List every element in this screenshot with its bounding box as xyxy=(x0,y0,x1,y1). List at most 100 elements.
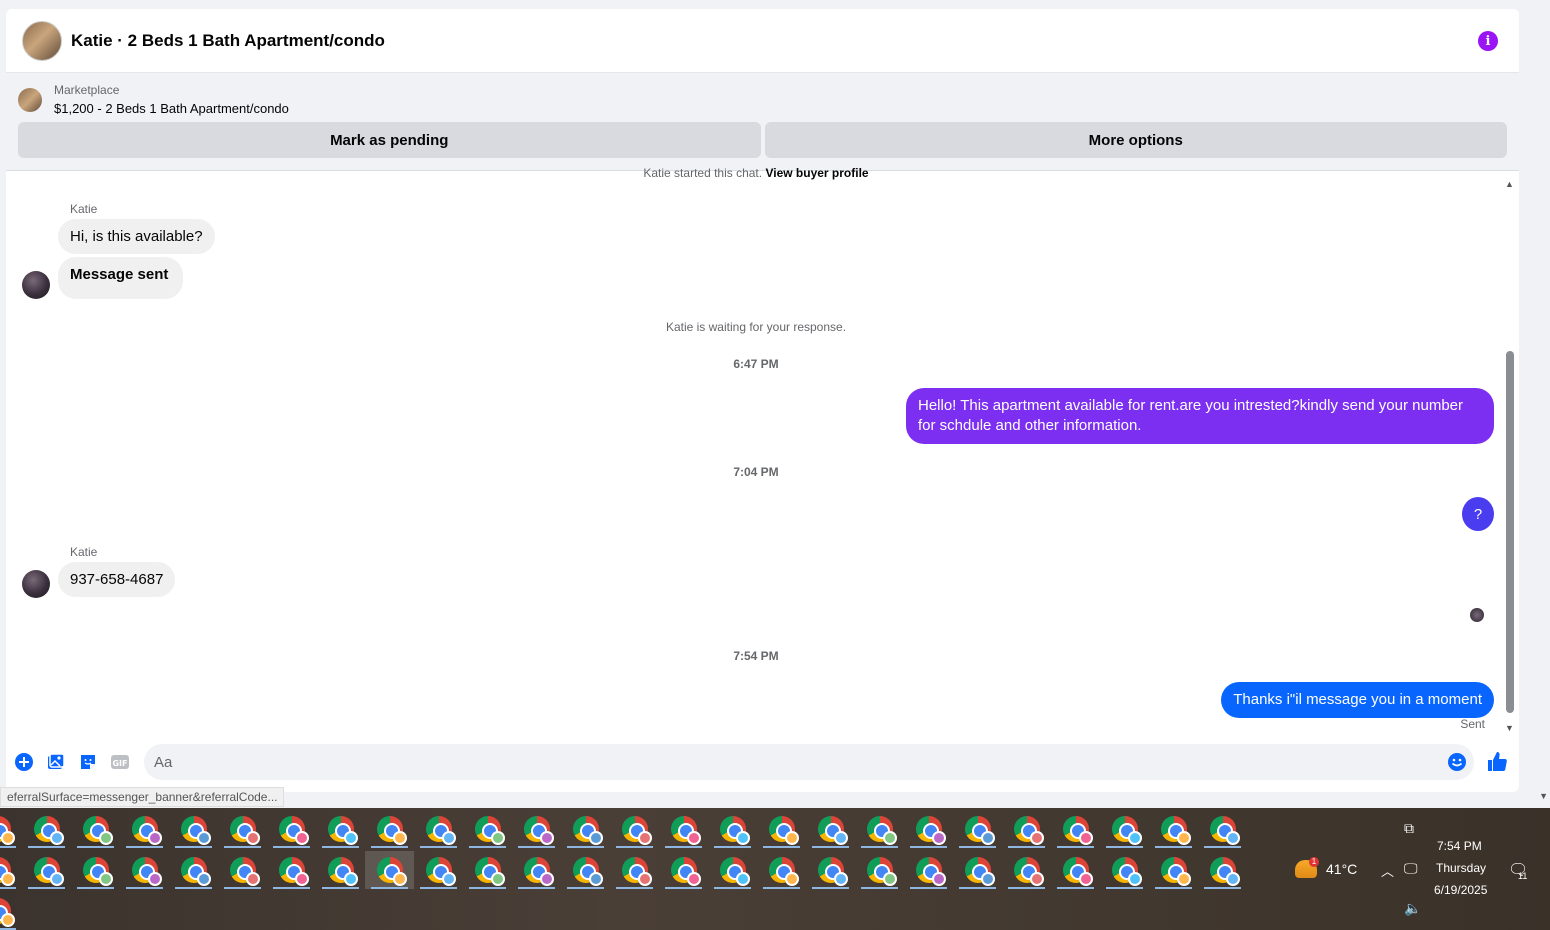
chrome-icon xyxy=(180,816,211,845)
taskbar-chrome-profile-icon[interactable] xyxy=(0,810,22,848)
taskbar-chrome-profile-icon[interactable] xyxy=(561,851,610,889)
taskbar-chrome-profile-icon[interactable] xyxy=(267,810,316,848)
taskbar-chrome-profile-icon[interactable] xyxy=(708,851,757,889)
message-input[interactable] xyxy=(144,744,1474,780)
thumbs-up-icon[interactable] xyxy=(1485,750,1509,774)
taskbar-chrome-profile-icon[interactable] xyxy=(22,851,71,889)
gif-icon[interactable]: GIF xyxy=(110,752,130,772)
info-icon[interactable]: i xyxy=(1478,31,1498,51)
photo-icon[interactable] xyxy=(46,752,66,772)
taskbar-chrome-profile-icon[interactable] xyxy=(953,810,1002,848)
taskbar-chrome-profile-icon[interactable] xyxy=(120,851,169,889)
taskbar-chrome-profile-icon[interactable] xyxy=(1198,851,1247,889)
outgoing-message[interactable]: Thanks i"il message you in a moment xyxy=(1221,682,1494,718)
message-scrollbar[interactable]: ▲ ▼ xyxy=(1505,179,1515,733)
katie-avatar[interactable] xyxy=(22,570,50,598)
listing-summary[interactable]: $1,200 - 2 Beds 1 Bath Apartment/condo xyxy=(54,101,289,116)
taskbar-chrome-profile-icon[interactable] xyxy=(855,851,904,889)
taskbar-chrome-profile-icon[interactable] xyxy=(1198,810,1247,848)
clock-date[interactable]: 6/19/2025 xyxy=(1434,883,1487,897)
taskbar-chrome-profile-icon[interactable] xyxy=(855,810,904,848)
page-scroll-down-icon[interactable]: ▼ xyxy=(1539,791,1548,801)
taskbar-chrome-profile-icon[interactable] xyxy=(1051,851,1100,889)
scroll-up-arrow-icon[interactable]: ▲ xyxy=(1505,179,1514,189)
taskbar-chrome-profile-icon[interactable] xyxy=(806,851,855,889)
message-sent-card[interactable]: Message sent xyxy=(58,257,184,299)
meet-now-icon[interactable]: ⧉ xyxy=(1404,820,1414,837)
clock-day[interactable]: Thursday xyxy=(1436,861,1486,875)
taskbar-chrome-profile-icon[interactable] xyxy=(1149,810,1198,848)
incoming-message[interactable]: 937-658-4687 xyxy=(58,562,176,597)
taskbar-chrome-profile-icon[interactable] xyxy=(708,810,757,848)
taskbar-chrome-profile-icon[interactable] xyxy=(316,851,365,889)
taskbar-chrome-profile-icon[interactable] xyxy=(953,851,1002,889)
taskbar-chrome-profile-icon[interactable] xyxy=(22,810,71,848)
taskbar-chrome-profile-icon[interactable] xyxy=(414,851,463,889)
incoming-message[interactable]: Hi, is this available? xyxy=(58,219,215,254)
taskbar-chrome-profile-icon[interactable] xyxy=(316,810,365,848)
taskbar-chrome-profile-icon[interactable] xyxy=(659,810,708,848)
profile-badge-icon xyxy=(833,872,848,886)
outgoing-message[interactable]: Hello! This apartment available for rent… xyxy=(906,388,1494,444)
taskbar-chrome-profile-icon[interactable] xyxy=(512,851,561,889)
profile-badge-icon xyxy=(196,831,211,845)
taskbar-chrome-profile-icon[interactable] xyxy=(120,810,169,848)
chevron-up-icon[interactable]: ︿ xyxy=(1381,861,1394,880)
taskbar-chrome-profile-icon[interactable] xyxy=(757,851,806,889)
taskbar-chrome-profile-icon[interactable] xyxy=(757,810,806,848)
taskbar-chrome-profile-icon[interactable] xyxy=(1051,810,1100,848)
chrome-icon xyxy=(817,857,848,886)
taskbar-chrome-profile-icon[interactable] xyxy=(1149,851,1198,889)
weather-temperature[interactable]: 41°C xyxy=(1326,861,1357,877)
taskbar-chrome-profile-icon[interactable] xyxy=(1002,810,1051,848)
taskbar-chrome-profile-icon[interactable] xyxy=(169,810,218,848)
taskbar-chrome-profile-icon[interactable] xyxy=(71,851,120,889)
mark-as-pending-button[interactable]: Mark as pending xyxy=(18,122,761,158)
taskbar-chrome-profile-icon[interactable] xyxy=(610,810,659,848)
listing-thumbnail[interactable] xyxy=(18,87,42,112)
emoji-icon[interactable] xyxy=(1447,752,1467,772)
volume-icon[interactable]: 🔈 xyxy=(1404,900,1421,917)
sticker-icon[interactable] xyxy=(78,752,98,772)
taskbar-chrome-profile-icon[interactable] xyxy=(0,892,22,930)
taskbar-chrome-profile-icon[interactable] xyxy=(218,851,267,889)
taskbar-chrome-profile-icon[interactable] xyxy=(806,810,855,848)
scroll-thumb[interactable] xyxy=(1506,351,1514,713)
more-options-button[interactable]: More options xyxy=(764,122,1507,158)
outgoing-message[interactable]: ? xyxy=(1462,497,1494,531)
katie-avatar[interactable] xyxy=(22,271,50,299)
taskbar-chrome-profile-icon[interactable] xyxy=(169,851,218,889)
taskbar-chrome-profile-icon[interactable] xyxy=(904,851,953,889)
chat-title[interactable]: Katie · 2 Beds 1 Bath Apartment/condo xyxy=(71,31,385,51)
profile-badge-icon xyxy=(588,831,603,845)
scroll-down-arrow-icon[interactable]: ▼ xyxy=(1505,723,1514,733)
message-composer: GIF xyxy=(6,744,1519,780)
taskbar-chrome-profile-icon[interactable] xyxy=(463,851,512,889)
taskbar-chrome-profile-icon[interactable] xyxy=(659,851,708,889)
clock-time[interactable]: 7:54 PM xyxy=(1437,839,1482,853)
taskbar-chrome-profile-icon[interactable] xyxy=(463,810,512,848)
plus-circle-icon[interactable] xyxy=(14,752,34,772)
taskbar-chrome-profile-icon[interactable] xyxy=(0,851,22,889)
taskbar-chrome-profile-icon[interactable] xyxy=(218,810,267,848)
taskbar-chrome-profile-icon[interactable] xyxy=(414,810,463,848)
status-url: eferralSurface=messenger_banner&referral… xyxy=(0,787,285,807)
taskbar-chrome-profile-icon[interactable] xyxy=(904,810,953,848)
taskbar-chrome-profile-icon[interactable] xyxy=(561,810,610,848)
profile-badge-icon xyxy=(588,872,603,886)
taskbar-chrome-profile-icon[interactable] xyxy=(365,810,414,848)
taskbar-row xyxy=(0,810,1247,848)
view-buyer-profile-link[interactable]: View buyer profile xyxy=(765,166,868,180)
taskbar-chrome-profile-icon[interactable] xyxy=(71,810,120,848)
network-icon[interactable]: 🖵 xyxy=(1404,860,1418,877)
chrome-icon xyxy=(1160,857,1191,886)
taskbar-chrome-profile-icon[interactable] xyxy=(365,851,414,889)
taskbar-chrome-profile-icon[interactable] xyxy=(1100,810,1149,848)
taskbar-chrome-profile-icon[interactable] xyxy=(1100,851,1149,889)
message-sender: Katie xyxy=(70,545,98,559)
listing-avatar[interactable] xyxy=(22,20,62,61)
taskbar-chrome-profile-icon[interactable] xyxy=(512,810,561,848)
taskbar-chrome-profile-icon[interactable] xyxy=(267,851,316,889)
taskbar-chrome-profile-icon[interactable] xyxy=(1002,851,1051,889)
taskbar-chrome-profile-icon[interactable] xyxy=(610,851,659,889)
